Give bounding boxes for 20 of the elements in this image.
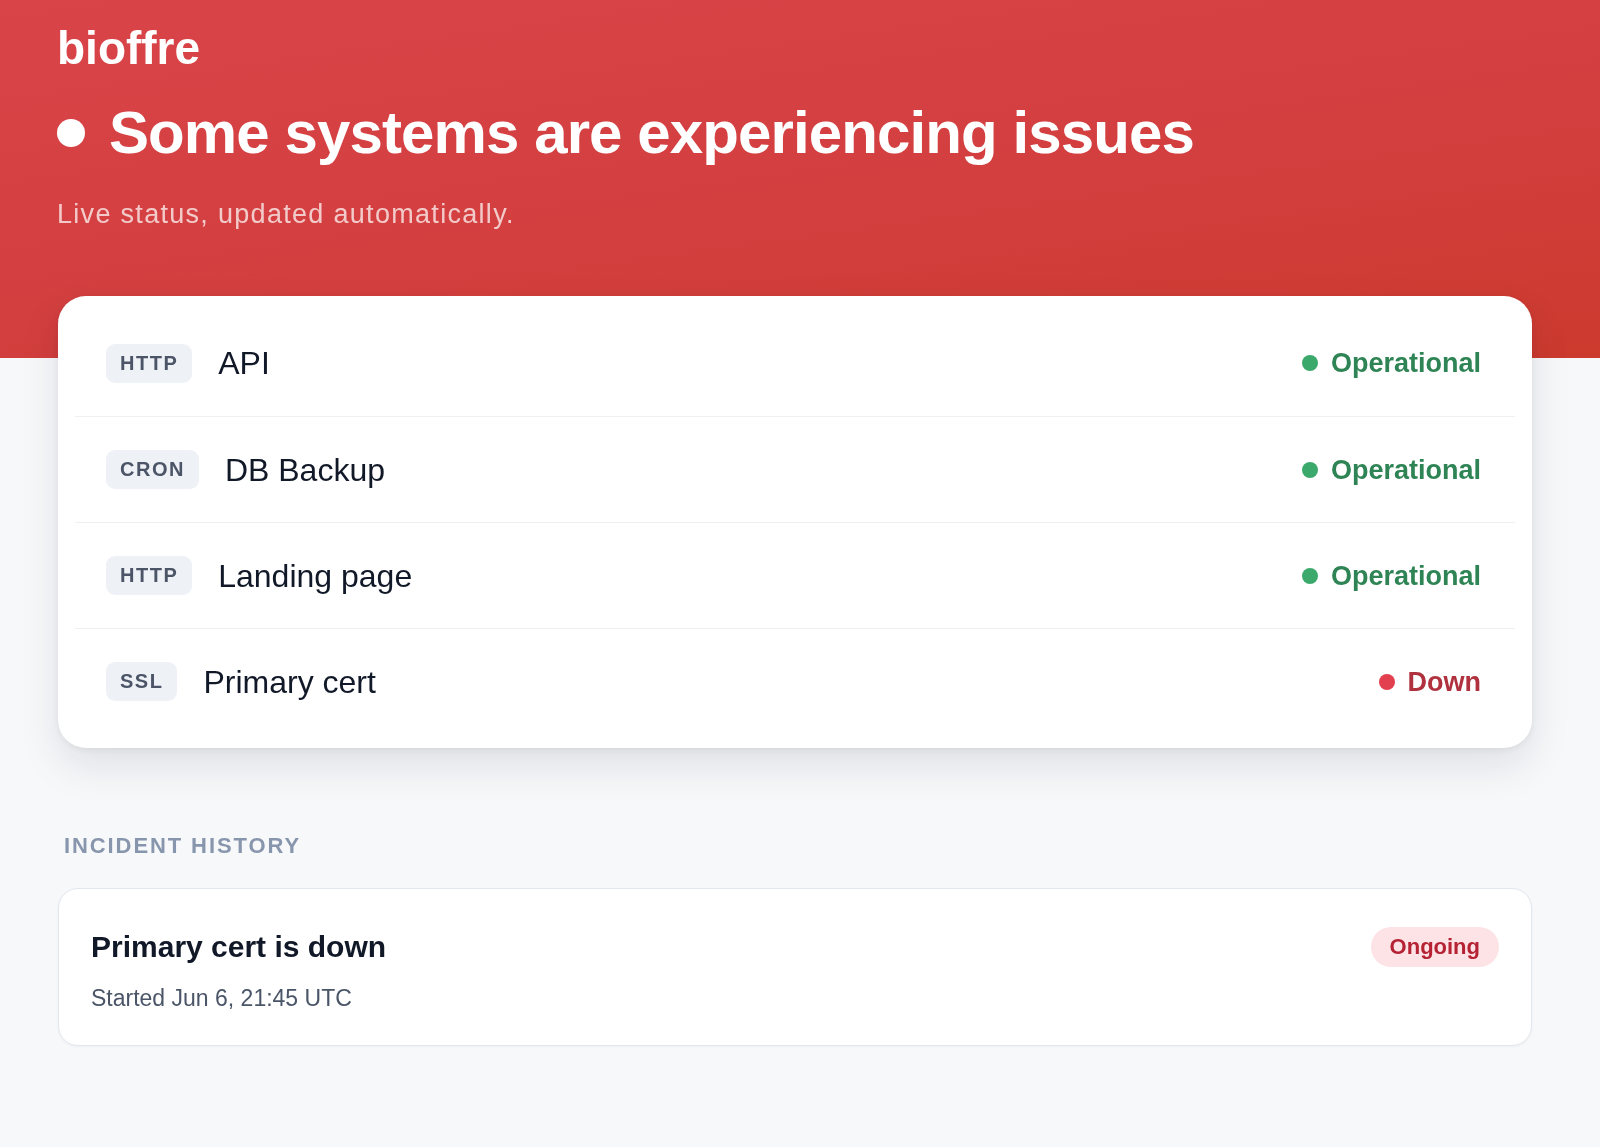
- monitor-name: API: [218, 344, 270, 383]
- status-label: Operational: [1330, 453, 1481, 487]
- monitor-type-tag: CRON: [106, 450, 199, 489]
- incident-start-time: Started Jun 6, 21:45 UTC: [91, 984, 352, 1012]
- monitor-type-tag: HTTP: [106, 343, 193, 383]
- monitor-name: Landing page: [218, 556, 413, 596]
- brand-name: bioffre: [57, 23, 201, 73]
- monitor-type-tag: SSL: [106, 662, 178, 701]
- incident-status-badge: Ongoing: [1370, 927, 1499, 967]
- monitor-name: Primary cert: [203, 662, 376, 702]
- section-heading: INCIDENT HISTORY: [64, 832, 301, 860]
- status-dot-icon: [57, 119, 85, 147]
- status-headline: Some systems are experiencing issues: [109, 98, 1194, 168]
- status-subtitle: Live status, updated automatically.: [57, 198, 515, 231]
- monitor-type-tag: HTTP: [106, 556, 193, 595]
- monitor-name: DB Backup: [224, 450, 385, 490]
- status-label: Down: [1407, 665, 1481, 699]
- status-label: Operational: [1330, 347, 1481, 380]
- status-label: Operational: [1330, 559, 1481, 593]
- incident-title: Primary cert is down: [91, 929, 387, 965]
